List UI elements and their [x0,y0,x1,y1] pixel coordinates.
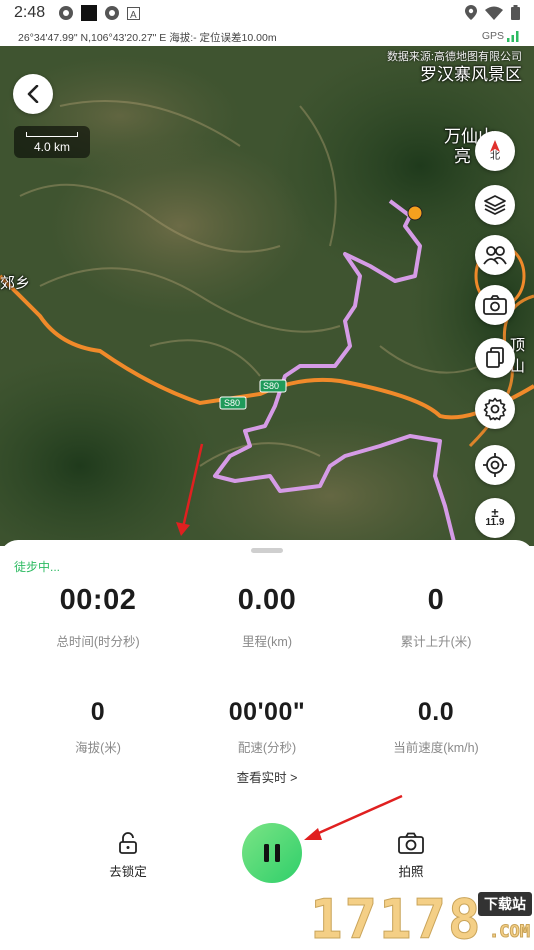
stat-pace: 00'00" 配速(分秒) [187,698,347,756]
zoom-button[interactable]: ± 11.9 [475,498,515,538]
a-notification-icon: A [127,6,140,20]
status-time: 2:48 [14,4,46,21]
compass-label: 北 [490,151,500,162]
chevron-left-icon [27,85,39,103]
stat-value: 0.0 [417,698,455,726]
copy-icon [486,347,504,368]
location-icon [465,5,477,20]
unlock-icon [119,832,137,854]
map-scale: 4.0 km [14,126,90,158]
stat-label: 配速(分秒) [237,741,297,755]
photo-button[interactable]: 拍照 [385,832,437,880]
pause-button[interactable] [242,823,302,883]
stat-label: 里程(km) [242,635,292,649]
drag-handle[interactable] [251,548,283,553]
gps-label: GPS [481,30,504,42]
stat-speed: 0.0 当前速度(km/h) [356,698,516,756]
zoom-level-label: 11.9 [485,517,505,528]
svg-text:A: A [130,10,137,20]
settings-button[interactable] [475,389,515,429]
app-notification-icon [59,6,73,20]
system-icons [465,5,520,20]
tracking-state: 徒步中... [14,560,61,574]
layers-button[interactable] [475,185,515,225]
pause-icon [264,844,280,862]
stat-value: 0 [90,698,106,726]
watermark-domain: .COM [489,922,531,943]
lock-label: 去锁定 [109,865,147,879]
stat-label: 总时间(时分秒) [56,635,140,649]
app-notification-icon-2 [105,6,119,20]
stat-label: 海拔(米) [75,741,121,755]
stat-altitude: 0 海拔(米) [18,698,178,756]
gear-icon [483,397,507,421]
camera-icon [398,832,424,854]
notification-icons: A [58,5,140,21]
stat-label: 当前速度(km/h) [393,741,479,755]
scale-label: 4.0 km [33,140,70,154]
stat-total-time: 00:02 总时间(时分秒) [18,584,178,650]
stat-value: 00:02 [59,584,137,616]
group-icon [483,246,507,265]
camera-icon [483,295,507,315]
locate-button[interactable] [475,445,515,485]
road-label-s80-b: S80 [224,398,241,408]
watermark-main-text: 17178 [310,888,483,950]
compass-button[interactable]: 北 [475,131,515,171]
site-watermark: 17178 下载站 .COM [310,886,532,950]
stat-label: 累计上升(米) [400,635,472,649]
wifi-icon [485,6,503,20]
map-label-jiao-xiang: 郊乡 [0,275,31,292]
map-label-scenic-area: 罗汉寨风景区 [420,65,522,84]
layers-icon [484,195,506,215]
satellite-map[interactable]: S80 S80 数据来源:高德地图有限公司 罗汉寨风景区 万仙山 亮 郊乡 顶山… [0,46,534,546]
stat-distance: 0.00 里程(km) [187,584,347,650]
location-info-bar: 26°34'47.99" N,106°43'20.27" E 海拔:- 定位误差… [0,26,534,46]
copy-button[interactable] [475,338,515,378]
crosshair-icon [483,453,507,477]
road-label-s80-a: S80 [263,381,280,391]
map-label-liang: 亮 [454,147,471,166]
map-imagery [0,46,534,546]
square-notification-icon [81,5,97,21]
team-button[interactable] [475,235,515,275]
watermark-badge: 下载站 [478,892,532,916]
stat-ascent: 0 累计上升(米) [356,584,516,650]
coordinates-text: 26°34'47.99" N,106°43'20.27" E 海拔:- 定位误差… [18,32,277,44]
view-realtime-link[interactable]: 查看实时 > [0,767,534,786]
gps-signal-icon [507,31,519,42]
lock-button[interactable]: 去锁定 [102,832,154,880]
current-position-marker [407,205,423,221]
map-camera-button[interactable] [475,285,515,325]
stat-value: 00'00" [228,698,306,726]
stat-value: 0 [427,584,445,616]
photo-label: 拍照 [398,865,424,879]
stat-value: 0.00 [237,584,297,616]
status-bar: 2:48 A [0,0,534,26]
scale-bar [26,132,78,137]
battery-icon [511,5,520,20]
back-button[interactable] [13,74,53,114]
